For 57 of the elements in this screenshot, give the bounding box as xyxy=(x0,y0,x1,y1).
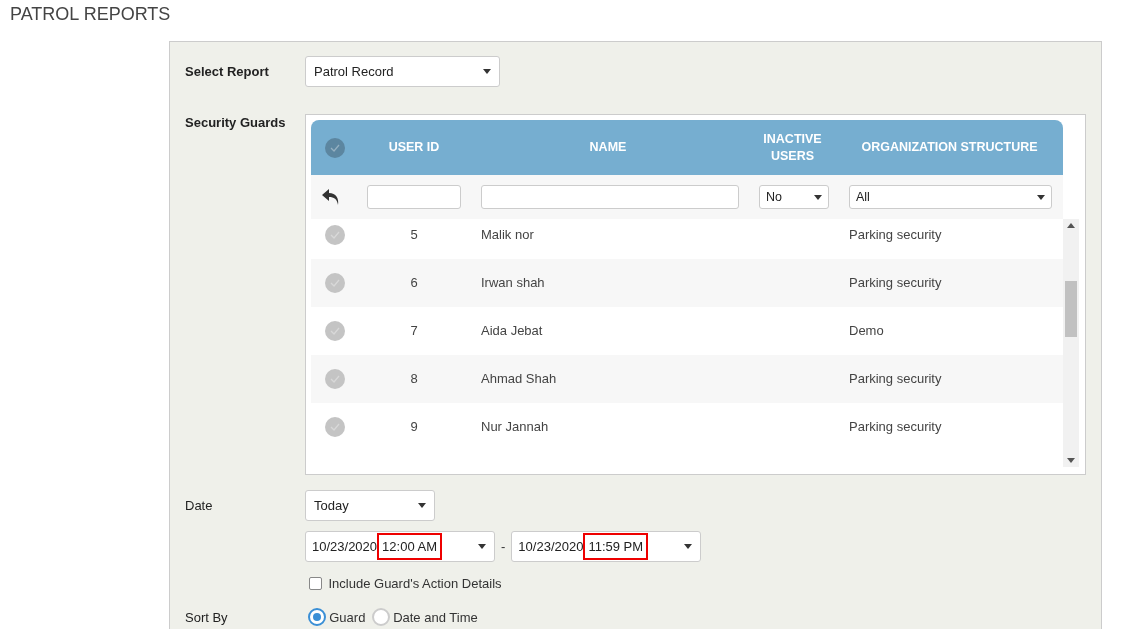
row-checkbox[interactable] xyxy=(325,417,345,437)
table-cell-text: Parking security xyxy=(848,274,943,293)
table-cell-text: 8 xyxy=(409,370,419,389)
row-checkbox[interactable] xyxy=(325,321,345,341)
table-cell-text: 7 xyxy=(409,322,419,341)
table-row[interactable]: 8 Ahmad Shah Parking security xyxy=(311,355,1063,403)
field-label: Security Guards xyxy=(185,114,287,132)
select-all-checkbox[interactable] xyxy=(325,137,345,158)
datetime-field[interactable]: 10/23/2020 12:00 AM xyxy=(305,531,495,562)
field-label: Select Report xyxy=(185,62,270,81)
range-separator: - xyxy=(501,537,506,556)
caret-icon xyxy=(814,194,822,200)
table-cell-text: Parking security xyxy=(848,418,943,437)
table-cell-text: Parking security xyxy=(848,226,943,245)
table-row[interactable]: 5 Malik nor Parking security xyxy=(311,219,1063,259)
table-cell-text: Parking security xyxy=(848,370,943,389)
caret-icon xyxy=(478,544,486,549)
caret-icon xyxy=(1037,194,1045,200)
row-checkbox[interactable] xyxy=(325,273,345,293)
field-label: Sort By xyxy=(185,608,229,627)
column-header: ORGANIZATION STRUCTURE xyxy=(860,139,1039,156)
column-header: NAME xyxy=(588,139,628,156)
row-checkbox[interactable] xyxy=(325,369,345,389)
table-cell-text: Aida Jebat xyxy=(480,322,544,341)
table-cell-text: 6 xyxy=(409,274,419,293)
undo-icon[interactable] xyxy=(321,188,341,206)
table-cell-text: 9 xyxy=(409,418,419,437)
caret-icon xyxy=(483,69,491,74)
table-cell-text: Ahmad Shah xyxy=(480,370,558,389)
date-range-select[interactable]: Today xyxy=(305,490,435,521)
checkbox[interactable] xyxy=(309,577,322,591)
table-row[interactable]: 6 Irwan shah Parking security xyxy=(311,259,1063,307)
table-cell-text: Nur Jannah xyxy=(480,418,550,437)
table-row[interactable]: 9 Nur Jannah Parking security xyxy=(311,403,1063,451)
table-row[interactable]: 7 Aida Jebat Demo xyxy=(311,307,1063,355)
column-header: INACTIVE USERS xyxy=(762,131,823,164)
scrollbar[interactable] xyxy=(1063,219,1079,467)
row-checkbox[interactable] xyxy=(325,225,345,245)
caret-icon xyxy=(418,503,426,508)
caret-icon xyxy=(684,544,693,549)
field-label: Date xyxy=(185,496,214,515)
report-select[interactable]: Patrol Record xyxy=(305,56,500,87)
datetime-field[interactable]: 10/23/2020 11:59 PM xyxy=(511,531,702,562)
checkbox-label: Include Guard's Action Details xyxy=(328,575,502,593)
radio-button[interactable] xyxy=(371,608,390,627)
column-header: USER ID xyxy=(387,139,441,156)
page-title: PATROL REPORTS xyxy=(9,3,172,26)
radio-button[interactable] xyxy=(308,608,326,627)
table-cell-text: Irwan shah xyxy=(480,274,546,293)
table-cell-text: Demo xyxy=(848,322,885,341)
organization-filter[interactable]: All xyxy=(849,185,1052,209)
user-id-filter[interactable] xyxy=(367,185,461,209)
table-cell-text: 5 xyxy=(409,226,419,245)
radio-label: Date and Time xyxy=(393,608,478,627)
radio-label: Guard xyxy=(329,608,366,627)
name-filter[interactable] xyxy=(481,185,739,209)
table-cell-text: Malik nor xyxy=(480,226,535,245)
